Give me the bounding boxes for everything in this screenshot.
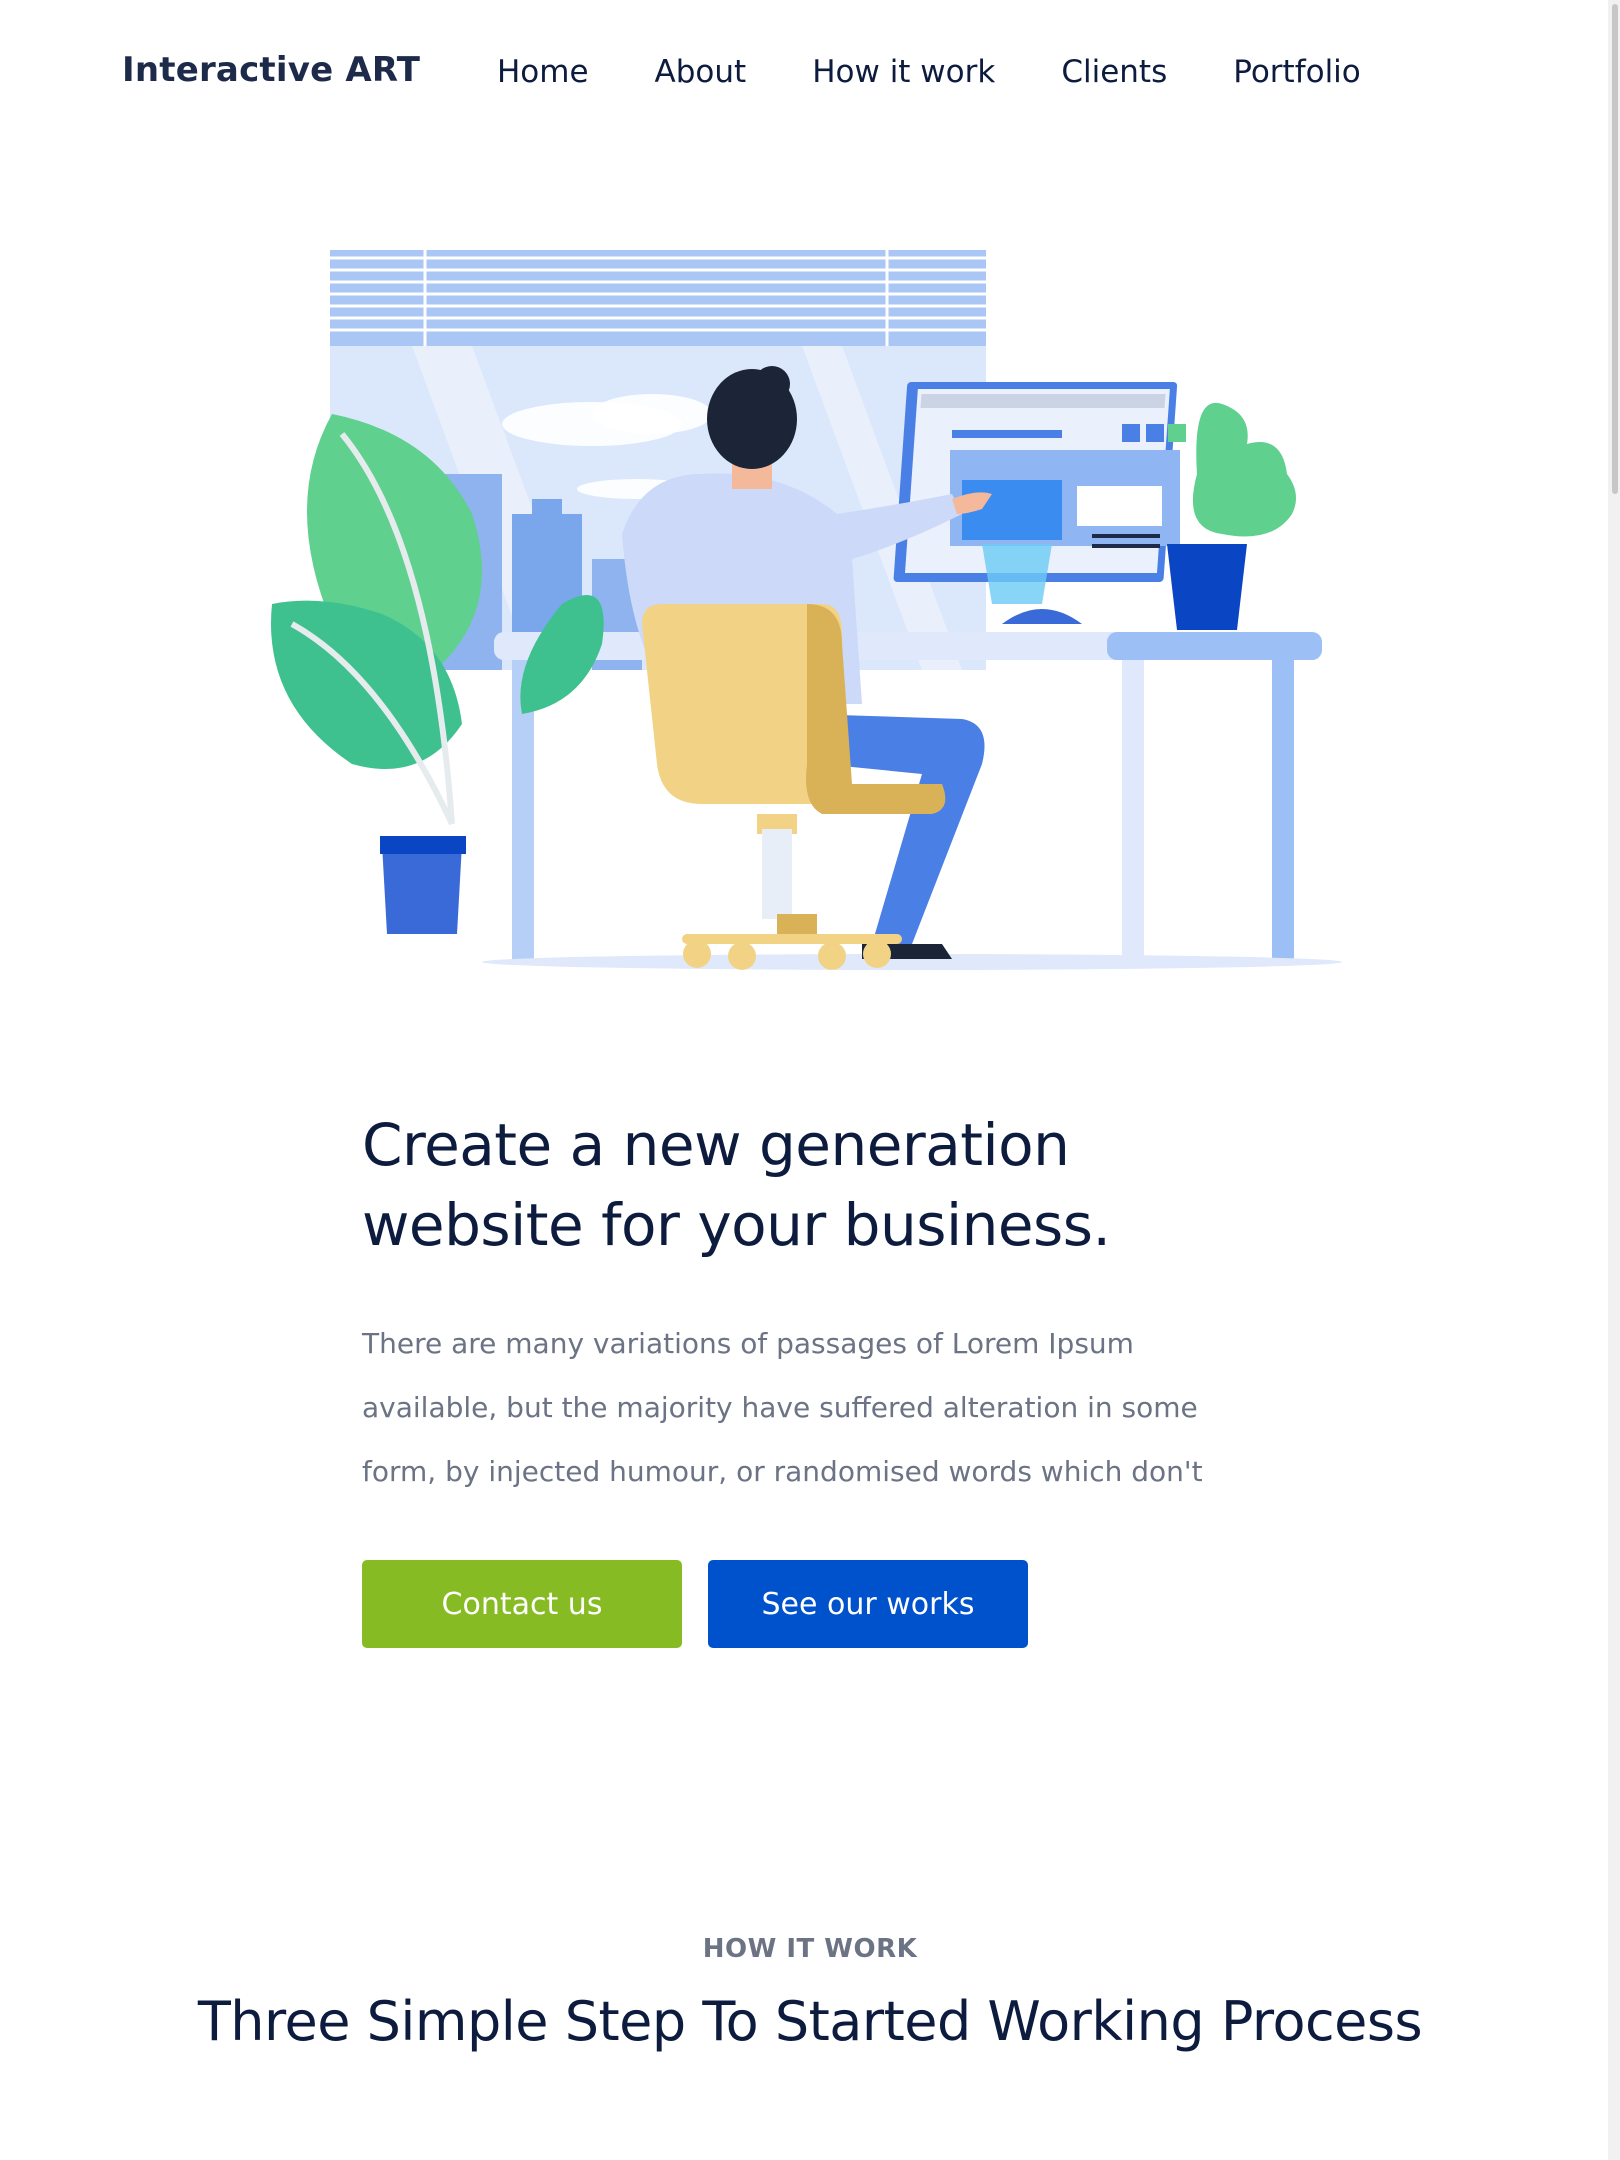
hero-title-line1: Create a new generation [362, 1111, 1070, 1179]
hero-text-line1: There are many variations of passages of… [362, 1327, 1134, 1360]
plant-icon [1167, 402, 1296, 630]
hero-text-line2: available, but the majority have suffere… [362, 1391, 1198, 1424]
site-header: Interactive ART Home About How it work C… [0, 40, 1600, 120]
hero-title: Create a new generation website for your… [362, 1105, 1262, 1265]
nav-clients[interactable]: Clients [1061, 54, 1167, 90]
hero-title-line2: website for your business. [362, 1191, 1111, 1259]
nav-home[interactable]: Home [497, 54, 589, 90]
hero-description: There are many variations of passages of… [362, 1312, 1242, 1504]
how-it-work-eyebrow: HOW IT WORK [702, 1934, 918, 1964]
nav-about[interactable]: About [655, 54, 747, 90]
person-at-desk-illustration [271, 250, 1342, 970]
nav-portfolio[interactable]: Portfolio [1233, 54, 1361, 90]
logo[interactable]: Interactive ART [122, 50, 420, 90]
see-our-works-button[interactable]: See our works [708, 1560, 1028, 1648]
scrollbar-track[interactable] [1608, 0, 1620, 2160]
nav-how-it-work[interactable]: How it work [812, 54, 995, 90]
contact-us-button[interactable]: Contact us [362, 1560, 682, 1648]
how-it-work-title: Three Simple Step To Started Working Pro… [197, 1990, 1423, 2053]
hero-text-line3: form, by injected humour, or randomised … [362, 1455, 1203, 1488]
scrollbar-thumb[interactable] [1612, 4, 1618, 494]
main-nav: Home About How it work Clients Portfolio [497, 54, 1361, 90]
